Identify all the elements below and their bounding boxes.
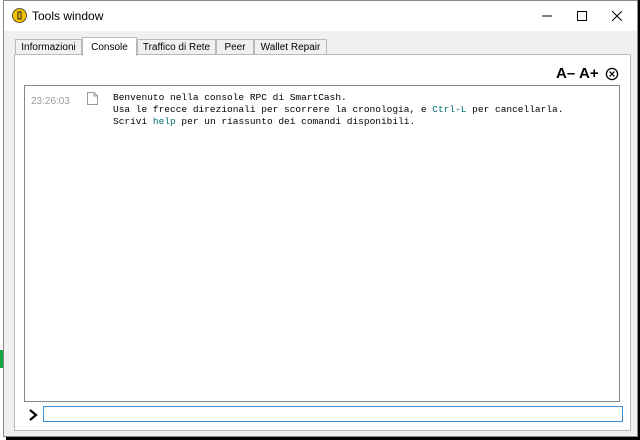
prompt-chevron-icon (29, 409, 38, 421)
title-bar[interactable]: Tools window (4, 1, 637, 31)
tab-console[interactable]: Console (82, 37, 137, 56)
tab-informazioni[interactable]: Informazioni (15, 39, 82, 55)
welcome-message: Benvenuto nella console RPC di SmartCash… (113, 92, 563, 128)
document-icon (87, 92, 98, 105)
tab-peer[interactable]: Peer (216, 39, 254, 55)
console-panel: A– A+ 23:26:03 Benvenuto nella console R… (14, 54, 631, 431)
welcome-line-3-post: per un riassunto dei comandi disponibili… (175, 116, 416, 127)
close-button[interactable] (594, 1, 640, 30)
welcome-line-2-pre: Usa le frecce direzionali per scorrere l… (113, 104, 433, 115)
window-title: Tools window (32, 9, 104, 23)
welcome-line-1: Benvenuto nella console RPC di SmartCash… (113, 92, 347, 103)
font-larger-button[interactable]: A+ (579, 65, 599, 82)
help-command: help (152, 116, 176, 127)
close-icon (612, 10, 622, 21)
message-timestamp: 23:26:03 (31, 96, 70, 107)
tools-window: Tools window Informazioni Console Traffi… (3, 0, 638, 437)
minimize-icon (542, 15, 552, 16)
ctrl-l-command: Ctrl-L (432, 104, 467, 115)
welcome-line-2-post: per cancellarla. (466, 104, 564, 115)
tab-wallet-repair[interactable]: Wallet Repair (254, 39, 327, 55)
command-input[interactable] (43, 406, 623, 422)
console-output[interactable]: 23:26:03 Benvenuto nella console RPC di … (24, 85, 620, 402)
smartcash-logo-icon (12, 8, 27, 23)
font-smaller-button[interactable]: A– (556, 65, 575, 82)
tab-traffico-di-rete[interactable]: Traffico di Rete (137, 39, 216, 55)
clear-console-icon[interactable] (605, 67, 619, 81)
welcome-line-3-pre: Scrivi (113, 116, 153, 127)
maximize-icon (577, 10, 587, 21)
